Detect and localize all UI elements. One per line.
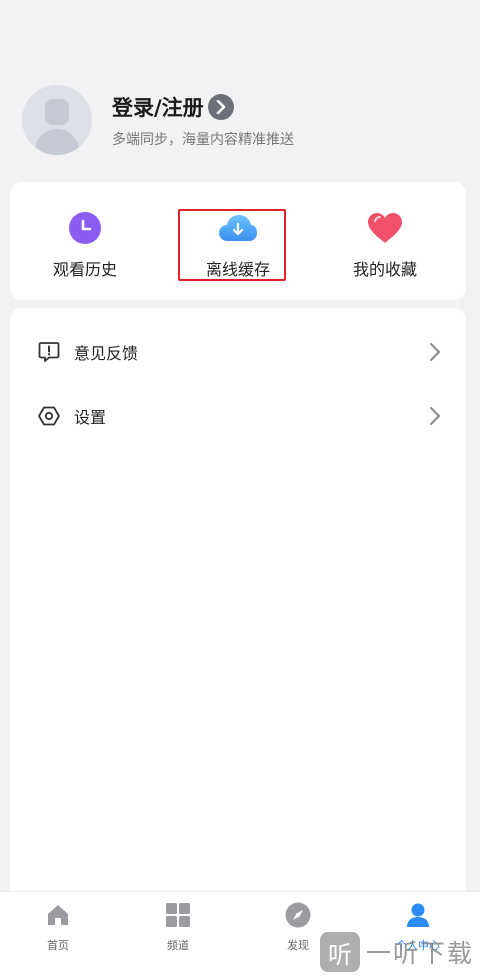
my-favorites-button[interactable]: 我的收藏 [310,182,460,300]
feedback-icon [36,339,62,365]
my-favorites-label: 我的收藏 [352,260,417,279]
settings-icon [36,403,62,429]
heart-icon [367,210,403,246]
tab-channels[interactable]: 频道 [138,902,218,962]
chevron-right-icon [428,341,442,367]
highlight-box [178,209,286,281]
watch-history-button[interactable]: 观看历史 [10,182,160,300]
avatar[interactable] [22,85,92,155]
tab-label: 首页 [47,939,69,952]
menu-card: 意见反馈 设置 [10,308,466,898]
profile-subtitle: 多端同步，海量内容精准推送 [112,131,294,148]
avatar-body [35,129,79,155]
menu-item-label: 设置 [74,408,107,427]
watch-history-label: 观看历史 [52,260,117,279]
avatar-head [45,99,69,125]
login-row[interactable]: 登录/注册 [112,92,294,122]
clock-icon [68,210,102,246]
menu-item-label: 意见反馈 [74,344,139,363]
tab-label: 频道 [167,939,189,952]
chevron-right-icon[interactable] [207,93,234,120]
menu-item-feedback[interactable]: 意见反馈 [10,324,466,380]
profile-text: 登录/注册 多端同步，海量内容精准推送 [112,92,294,149]
chevron-right-icon [428,405,442,431]
user-icon [405,902,431,932]
profile-header[interactable]: 登录/注册 多端同步，海量内容精准推送 [22,84,462,156]
home-icon [45,902,71,932]
login-register-title[interactable]: 登录/注册 [112,92,204,122]
tab-label: 发现 [287,939,309,952]
tab-home[interactable]: 首页 [18,902,98,962]
grid-icon [165,902,191,932]
menu-item-settings[interactable]: 设置 [10,388,466,444]
watermark-badge: 听 [320,932,360,972]
watermark: 听 一听下载 [320,930,474,974]
watermark-text: 一听下载 [366,939,475,968]
compass-icon [285,902,311,932]
